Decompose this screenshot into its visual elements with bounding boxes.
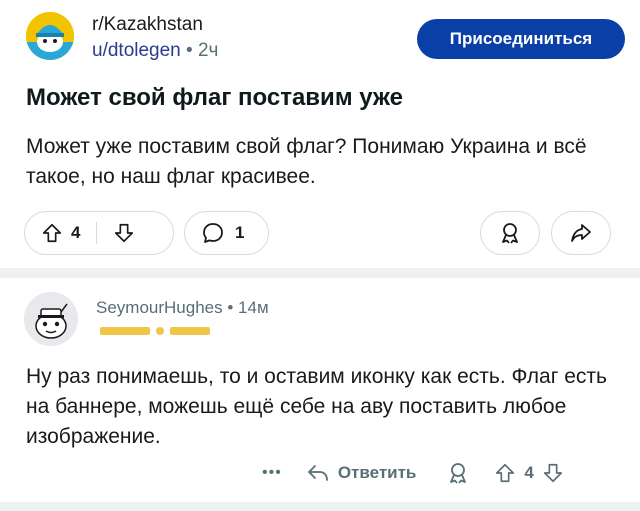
share-icon [571, 224, 591, 242]
commenter-avatar[interactable] [24, 292, 78, 346]
award-button[interactable] [480, 211, 540, 255]
comment-body: Ну раз понимаешь, то и оставим иконку ка… [26, 365, 607, 448]
post-age: 2ч [197, 40, 219, 61]
flair-segment [100, 327, 150, 335]
comment-age: 14м [238, 298, 269, 317]
upvote-icon[interactable] [41, 222, 63, 244]
upvote-icon[interactable] [494, 462, 516, 484]
post-score: 4 [71, 223, 81, 242]
award-icon[interactable] [446, 461, 470, 485]
post-meta: u/dtolegen • 2ч [92, 40, 218, 62]
section-divider [0, 268, 640, 278]
post-title[interactable]: Может свой флаг поставим уже [26, 84, 403, 112]
subreddit-name[interactable]: r/Kazakhstan [92, 14, 203, 36]
comment-actions: ••• Ответить 4 [262, 455, 564, 491]
comments-button[interactable]: 1 [184, 211, 269, 255]
reply-button[interactable]: Ответить [306, 462, 417, 484]
comment-bubble-icon [203, 223, 223, 243]
commenter-snoo-icon [24, 292, 78, 346]
join-button[interactable]: Присоединиться [417, 19, 625, 59]
subreddit-avatar[interactable] [26, 12, 74, 60]
post-author[interactable]: u/dtolegen [92, 40, 181, 61]
comment-username[interactable]: SeymourHughes [96, 298, 223, 317]
more-options-button[interactable]: ••• [262, 464, 282, 482]
meta-separator: • [186, 40, 193, 61]
post-body: Может уже поставим свой флаг? Понимаю Ук… [26, 135, 587, 188]
flair-sun-icon [156, 327, 164, 335]
kazakhstan-snoo-icon [26, 12, 74, 60]
vote-control: 4 [24, 211, 174, 255]
comment-count: 1 [235, 223, 245, 242]
flair-segment [170, 327, 210, 335]
vote-separator [96, 222, 98, 244]
meta-separator: • [227, 298, 234, 317]
reply-label: Ответить [337, 463, 417, 482]
user-flair [100, 326, 210, 336]
comment-score: 4 [524, 463, 534, 482]
downvote-icon[interactable] [542, 462, 564, 484]
downvote-icon[interactable] [113, 222, 135, 244]
award-icon [502, 223, 518, 244]
bottom-divider [0, 502, 640, 511]
comment-meta: SeymourHughes • 14м [96, 298, 269, 318]
reply-icon [307, 465, 328, 481]
share-button[interactable] [551, 211, 611, 255]
